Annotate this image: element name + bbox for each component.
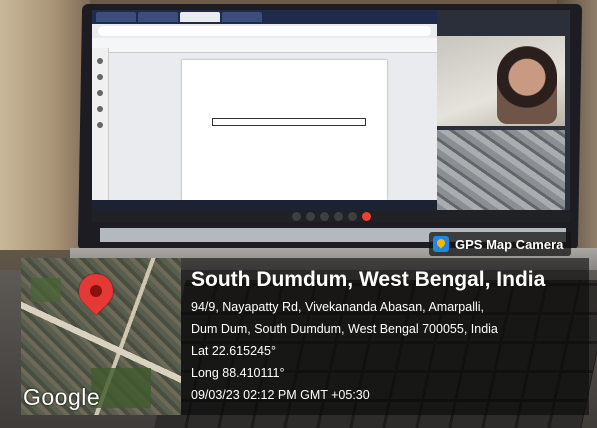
- meeting-control-bar: [92, 210, 570, 222]
- document-page: [182, 60, 387, 200]
- google-watermark: Google: [23, 384, 101, 410]
- meeting-button: [348, 212, 357, 221]
- datetime: 09/03/23 02:12 PM GMT +05:30: [191, 388, 370, 402]
- address-line-2: Dum Dum, South Dumdum, West Bengal 70005…: [191, 322, 498, 336]
- satellite-map-thumbnail: Google: [21, 258, 181, 415]
- gps-map-camera-badge: GPS Map Camera: [429, 232, 572, 256]
- end-call-button: [362, 212, 371, 221]
- participant-figure: [497, 46, 557, 124]
- browser-window: [92, 10, 437, 210]
- video-tile-room: [437, 130, 565, 210]
- location-overlay: Google South Dumdum, West Bengal, India …: [21, 258, 589, 415]
- address-line-1: 94/9, Nayapatty Rd, Vivekananda Abasan, …: [191, 300, 485, 314]
- wall-left: [0, 0, 90, 250]
- browser-tab-bar: [92, 10, 437, 24]
- document-field: [212, 118, 366, 126]
- browser-tab: [138, 12, 178, 22]
- location-info-panel: South Dumdum, West Bengal, India 94/9, N…: [181, 258, 589, 415]
- gps-map-camera-icon: [433, 236, 449, 252]
- browser-tab: [96, 12, 136, 22]
- inner-taskbar: [92, 200, 437, 210]
- meeting-button: [306, 212, 315, 221]
- browser-tab: [180, 12, 220, 22]
- location-title: South Dumdum, West Bengal, India: [191, 268, 546, 291]
- editor-sidebar: [92, 48, 109, 210]
- address-bar: [98, 26, 431, 36]
- browser-tab: [222, 12, 262, 22]
- meeting-button: [334, 212, 343, 221]
- laptop-screen: [92, 10, 570, 222]
- gps-badge-label: GPS Map Camera: [455, 236, 564, 252]
- video-tile-participant: [437, 36, 565, 126]
- longitude: Long 88.410111°: [191, 366, 285, 380]
- meeting-button: [320, 212, 329, 221]
- latitude: Lat 22.615245°: [191, 344, 276, 358]
- photo: GPS Map Camera Google South Dumdum, West…: [0, 0, 597, 428]
- meeting-button: [292, 212, 301, 221]
- browser-toolbar: [92, 38, 437, 53]
- map-pin-icon: [71, 266, 121, 316]
